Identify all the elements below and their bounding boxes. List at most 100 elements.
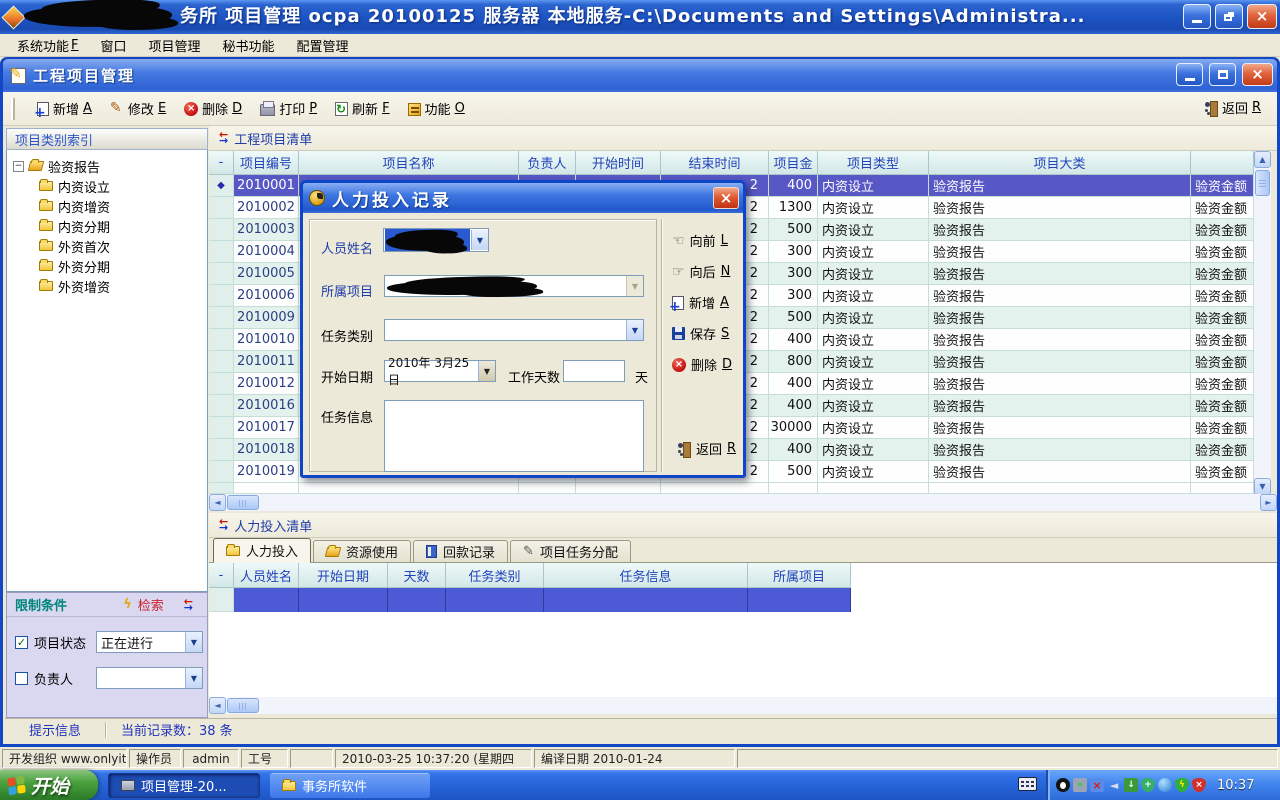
horizontal-scrollbar[interactable]: ◄ ► [209, 494, 1277, 511]
header-project[interactable]: 所属项目 [748, 563, 851, 588]
type-cell[interactable]: 内资设立 [818, 373, 929, 395]
category-cell[interactable]: 验资报告 [929, 241, 1191, 263]
type-cell[interactable]: 内资设立 [818, 417, 929, 439]
category-cell[interactable]: 验资报告 [929, 197, 1191, 219]
start-date-picker[interactable]: 2010年 3月25日 ▼ [384, 360, 496, 382]
mdi-minimize-button[interactable] [1176, 63, 1203, 86]
scroll-up-icon[interactable]: ▲ [1254, 151, 1271, 168]
category-cell[interactable]: 验资报告 [929, 417, 1191, 439]
type-cell[interactable]: 内资设立 [818, 439, 929, 461]
new-button[interactable]: 新增A [37, 99, 92, 118]
extra-cell[interactable]: 验资金额 [1191, 307, 1254, 329]
menu-secretary[interactable]: 秘书功能 [212, 34, 286, 56]
amount-cell[interactable]: 400 [769, 439, 818, 461]
chevron-down-icon[interactable]: ▼ [185, 668, 202, 688]
row-selector-cell[interactable] [209, 439, 234, 461]
amount-cell[interactable]: 30000 [769, 417, 818, 439]
menu-system[interactable]: 系统功能F [6, 34, 90, 56]
start-button[interactable]: 开始 [0, 770, 98, 800]
amount-cell[interactable]: 300 [769, 263, 818, 285]
extra-cell[interactable]: 验资金额 [1191, 417, 1254, 439]
tab-task-assignment[interactable]: ✎项目任务分配 [510, 540, 631, 562]
tab-payments[interactable]: 回款记录 [413, 540, 508, 562]
category-cell[interactable]: 验资报告 [929, 263, 1191, 285]
extra-cell[interactable]: 验资金额 [1191, 439, 1254, 461]
extra-cell[interactable]: 验资金额 [1191, 197, 1254, 219]
return-button[interactable]: 返回R [666, 435, 736, 462]
previous-button[interactable]: ☜向前L [662, 227, 740, 254]
task-type-combobox[interactable]: ▼ [384, 319, 644, 341]
project-id-cell[interactable]: 2010012 [234, 373, 299, 395]
project-id-cell[interactable]: 2010017 [234, 417, 299, 439]
amount-cell[interactable]: 1300 [769, 197, 818, 219]
project-id-cell[interactable]: 2010019 [234, 461, 299, 483]
tree-item[interactable]: 外资增资 [13, 276, 207, 296]
extra-cell[interactable]: 验资金额 [1191, 219, 1254, 241]
next-button[interactable]: ☞向后N [662, 258, 740, 285]
amount-cell[interactable]: 300 [769, 241, 818, 263]
header-manager[interactable]: 负责人 [519, 151, 576, 175]
amount-cell[interactable]: 500 [769, 219, 818, 241]
project-id-cell[interactable]: 2010006 [234, 285, 299, 307]
row-selector-cell[interactable] [209, 351, 234, 373]
menu-config[interactable]: 配置管理 [286, 34, 360, 56]
type-cell[interactable]: 内资设立 [818, 263, 929, 285]
extra-cell[interactable]: 验资金额 [1191, 351, 1254, 373]
project-id-cell[interactable]: 2010001 [234, 175, 299, 197]
extra-cell[interactable]: 验资金额 [1191, 241, 1254, 263]
type-cell[interactable]: 内资设立 [818, 285, 929, 307]
category-cell[interactable]: 验资报告 [929, 373, 1191, 395]
header-person[interactable]: 人员姓名 [234, 563, 299, 588]
project-id-cell[interactable]: 2010003 [234, 219, 299, 241]
row-selector-cell[interactable] [209, 197, 234, 219]
row-selector-cell[interactable] [209, 329, 234, 351]
refresh-button[interactable]: 刷新F [335, 99, 390, 118]
category-cell[interactable]: 验资报告 [929, 439, 1191, 461]
web-app-icon[interactable] [1158, 778, 1172, 792]
extra-cell[interactable]: 验资金额 [1191, 373, 1254, 395]
tab-resources[interactable]: 资源使用 [313, 540, 411, 562]
volume-icon[interactable]: ◄ [1107, 778, 1121, 792]
amount-cell[interactable]: 400 [769, 373, 818, 395]
category-cell[interactable]: 验资报告 [929, 329, 1191, 351]
tree-item[interactable]: 外资首次 [13, 236, 207, 256]
tree-item[interactable]: 内资分期 [13, 216, 207, 236]
row-selector-cell[interactable] [209, 285, 234, 307]
header-task-type[interactable]: 任务类别 [446, 563, 544, 588]
status-combobox[interactable]: 正在进行▼ [96, 631, 203, 653]
extra-cell[interactable]: 验资金额 [1191, 329, 1254, 351]
scroll-down-icon[interactable]: ▼ [1254, 478, 1271, 495]
project-id-cell[interactable]: 2010018 [234, 439, 299, 461]
tree-item[interactable]: 内资增资 [13, 196, 207, 216]
chevron-down-icon[interactable]: ▼ [185, 632, 202, 652]
workdays-input[interactable] [563, 360, 625, 382]
header-project-id[interactable]: 项目编号 [234, 151, 299, 175]
qq-messenger-icon[interactable] [1056, 778, 1070, 792]
type-cell[interactable]: 内资设立 [818, 307, 929, 329]
minimize-button[interactable] [1183, 4, 1211, 29]
header-task-info[interactable]: 任务信息 [544, 563, 748, 588]
delete-button[interactable]: 删除D [184, 99, 242, 118]
row-selector-cell[interactable] [209, 417, 234, 439]
extra-cell[interactable]: 验资金额 [1191, 461, 1254, 483]
category-cell[interactable]: 验资报告 [929, 285, 1191, 307]
project-id-cell[interactable]: 2010002 [234, 197, 299, 219]
header-start-time[interactable]: 开始时间 [576, 151, 661, 175]
taskbar-task-project[interactable]: 项目管理-20... [108, 773, 260, 798]
update-utility-icon[interactable]: ↓ [1124, 778, 1138, 792]
header-project-name[interactable]: 项目名称 [299, 151, 519, 175]
edit-button[interactable]: 修改E [110, 99, 166, 118]
function-button[interactable]: 功能O [408, 99, 465, 118]
restore-button[interactable] [1215, 4, 1243, 29]
row-selector-cell[interactable] [209, 307, 234, 329]
save-button[interactable]: 保存S [662, 320, 740, 347]
scroll-right-icon[interactable]: ► [1260, 494, 1277, 511]
chevron-down-icon[interactable]: ▼ [478, 361, 495, 381]
header-amount[interactable]: 项目金 [769, 151, 818, 175]
extra-cell[interactable]: 验资金额 [1191, 175, 1254, 197]
delete-button[interactable]: 删除D [662, 351, 740, 378]
row-selector-cell[interactable] [209, 373, 234, 395]
amount-cell[interactable]: 400 [769, 175, 818, 197]
project-id-cell[interactable]: 2010016 [234, 395, 299, 417]
project-id-cell[interactable]: 2010004 [234, 241, 299, 263]
